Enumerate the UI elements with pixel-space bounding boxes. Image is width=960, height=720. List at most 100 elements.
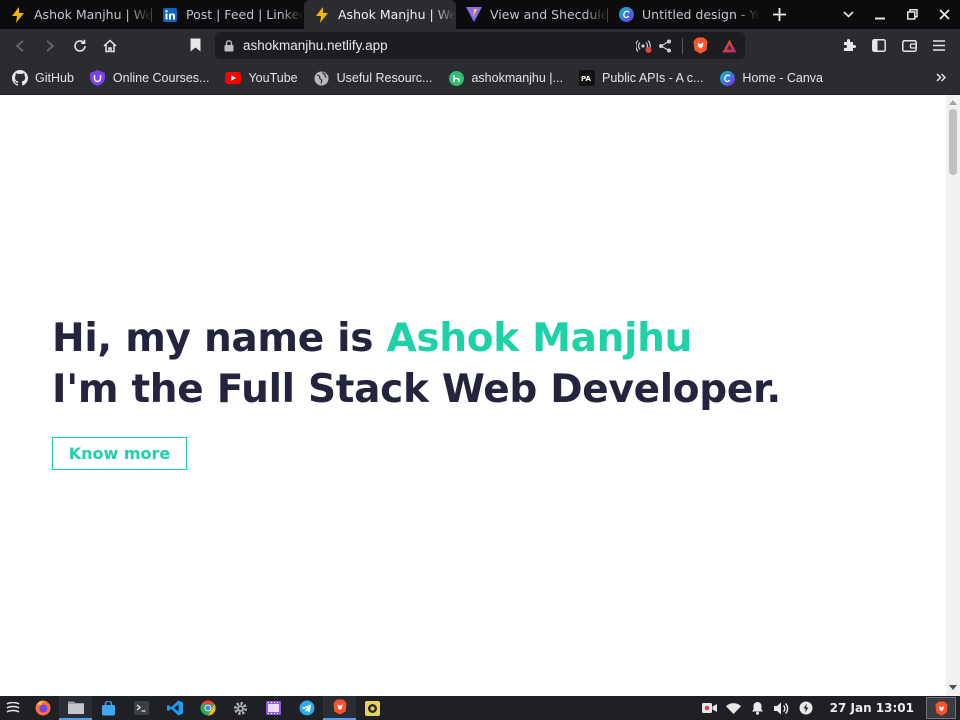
bookmark-page-button[interactable] — [180, 30, 210, 60]
terminal-icon — [134, 701, 149, 715]
bolt-icon — [10, 6, 26, 23]
extensions-area — [834, 29, 954, 62]
forward-button[interactable] — [35, 31, 65, 61]
scroll-down-arrow-icon[interactable] — [949, 685, 957, 691]
folder-icon — [67, 701, 84, 714]
tray-volume[interactable] — [770, 696, 794, 720]
tab-3[interactable]: View and Shecdule — [456, 0, 608, 29]
tray-screen-recorder[interactable] — [698, 696, 722, 720]
know-more-button[interactable]: Know more — [52, 437, 187, 470]
tray-notifications[interactable] — [746, 696, 770, 720]
puzzle-icon — [843, 39, 856, 51]
taskbar-settings[interactable] — [224, 696, 257, 720]
tab-title: Ashok Manjhu | Web — [34, 7, 152, 22]
bookmark-label: Home - Canva — [742, 71, 824, 85]
tab-0[interactable]: Ashok Manjhu | Web — [0, 0, 152, 29]
bookmark-canva[interactable]: Home - Canva — [719, 70, 823, 86]
share-icon[interactable] — [658, 39, 672, 53]
film-icon — [266, 701, 281, 715]
address-bar[interactable]: ashokmanjhu.netlify.app — [215, 32, 745, 59]
taskbar-clock[interactable]: 27 Jan 13:01 — [830, 701, 914, 715]
broadcast-off-icon[interactable] — [636, 39, 652, 53]
wallet-button[interactable] — [894, 31, 924, 61]
hashnode-icon — [448, 70, 464, 86]
bookmark-online-courses[interactable]: Online Courses... — [90, 70, 209, 86]
tray-power[interactable] — [794, 696, 818, 720]
taskbar-firefox[interactable] — [26, 696, 59, 720]
bell-icon — [752, 702, 764, 715]
tab-list-button[interactable] — [832, 0, 864, 29]
taskbar-chrome[interactable] — [191, 696, 224, 720]
restore-button[interactable] — [896, 0, 928, 29]
reload-button[interactable] — [65, 31, 95, 61]
home-button[interactable] — [95, 31, 125, 61]
hero-role-line: I'm the Full Stack Web Developer. — [52, 367, 781, 412]
page-scrollbar[interactable] — [946, 95, 960, 696]
bookmark-label: Useful Resourc... — [336, 71, 433, 85]
bookmark-label: GitHub — [35, 71, 74, 85]
close-button[interactable] — [928, 0, 960, 29]
shield-icon — [90, 70, 106, 86]
wifi-icon — [726, 702, 742, 714]
taskbar-obs[interactable] — [356, 696, 389, 720]
brave-rewards-icon[interactable] — [722, 39, 737, 53]
taskbar-vscode[interactable] — [158, 696, 191, 720]
tray-brave-window[interactable] — [926, 697, 956, 719]
reload-icon — [74, 39, 86, 52]
scrollbar-thumb[interactable] — [949, 109, 957, 175]
brave-icon — [332, 699, 347, 715]
bookmark-youtube[interactable]: YouTube — [225, 70, 298, 86]
tab-4[interactable]: Untitled design - Yo — [608, 0, 760, 29]
minimize-icon — [875, 17, 885, 19]
taskbar-files[interactable] — [59, 696, 92, 720]
bookmark-label: Public APIs - A c... — [601, 71, 704, 85]
extensions-button[interactable] — [834, 31, 864, 61]
greeting-text: Hi, my name is — [52, 316, 387, 361]
bolt-icon — [314, 6, 330, 23]
wallet-icon — [901, 40, 917, 52]
vscode-icon — [166, 700, 183, 716]
taskbar-video-editor[interactable] — [257, 696, 290, 720]
tab-title: Post | Feed | LinkedIn — [186, 7, 304, 22]
tab-title: Ashok Manjhu | Web — [338, 7, 456, 22]
tab-2[interactable]: Ashok Manjhu | Web — [304, 0, 456, 29]
battery-charging-icon — [799, 701, 813, 715]
brave-shields-icon[interactable] — [693, 37, 708, 54]
plus-icon — [772, 8, 786, 21]
taskbar-telegram[interactable] — [290, 696, 323, 720]
bookmark-public-apis[interactable]: PA Public APIs - A c... — [578, 70, 704, 86]
os-taskbar: 27 Jan 13:01 — [0, 696, 960, 720]
back-button[interactable] — [5, 31, 35, 61]
store-bag-icon — [102, 700, 115, 715]
chrome-icon — [200, 700, 216, 716]
volume-icon — [774, 702, 789, 714]
youtube-icon — [225, 70, 242, 86]
tray-wifi[interactable] — [722, 696, 746, 720]
launcher-icon — [6, 702, 20, 713]
bookmark-useful-resources[interactable]: Useful Resourc... — [314, 70, 433, 86]
minimize-button[interactable] — [864, 0, 896, 29]
menu-button[interactable] — [924, 31, 954, 61]
obs-icon — [365, 700, 380, 716]
sidebar-button[interactable] — [864, 31, 894, 61]
app-launcher-button[interactable] — [0, 696, 26, 720]
gear-icon — [234, 701, 247, 715]
taskbar-store[interactable] — [92, 696, 125, 720]
tab-strip: Ashok Manjhu | Web Post | Feed | LinkedI… — [0, 0, 960, 29]
taskbar-terminal[interactable] — [125, 696, 158, 720]
tab-1[interactable]: Post | Feed | LinkedIn — [152, 0, 304, 29]
taskbar-brave[interactable] — [323, 696, 356, 720]
bookmark-icon — [190, 38, 200, 52]
window-controls — [832, 0, 960, 29]
bookmark-github[interactable]: GitHub — [12, 70, 74, 86]
bookmarks-overflow-button[interactable] — [936, 70, 947, 86]
tab-title: Untitled design - Yo — [642, 7, 760, 22]
bookmarks-bar: GitHub Online Courses... YouTube Useful … — [0, 62, 960, 95]
scroll-up-arrow-icon[interactable] — [949, 99, 957, 105]
hero-line-1: Hi, my name is Ashok Manjhu — [52, 313, 781, 364]
bookmark-hashnode[interactable]: ashokmanjhu |... — [448, 70, 563, 86]
url-text[interactable]: ashokmanjhu.netlify.app — [243, 38, 388, 53]
github-icon — [12, 70, 28, 86]
new-tab-button[interactable] — [760, 0, 798, 29]
address-bar-actions — [636, 32, 737, 59]
